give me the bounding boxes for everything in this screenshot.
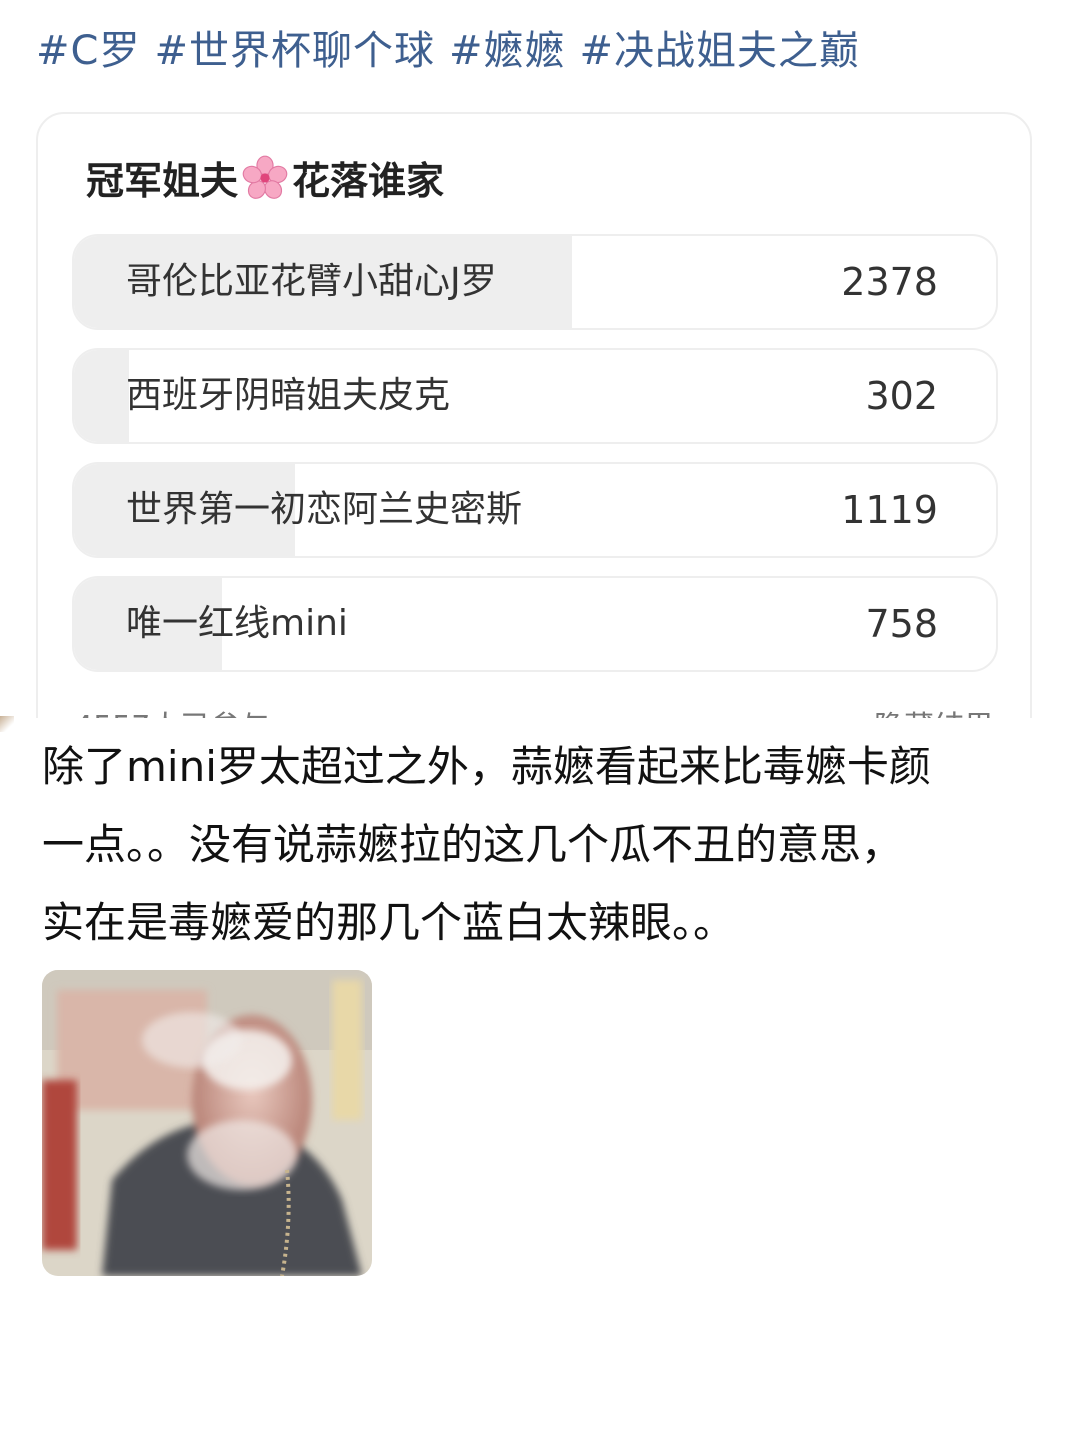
poll-option-count: 302	[865, 374, 938, 418]
poll-title-part2: 花落谁家	[292, 159, 445, 203]
poll-option-2[interactable]: 西班牙阴暗姐夫皮克 302	[72, 348, 998, 444]
post-body: 除了mini罗太超过之外，蒜嬷看起来比毒嬷卡颜 一点。。没有说蒜嬷拉的这几个瓜不…	[42, 728, 1062, 962]
post-line: 实在是毒嬷爱的那几个蓝白太辣眼。。	[42, 898, 736, 947]
post-line: 除了mini罗太超过之外，蒜嬷看起来比毒嬷卡颜	[42, 742, 931, 791]
poll-option-3[interactable]: 世界第一初恋阿兰史密斯 1119	[72, 462, 998, 558]
poll-option-label: 西班牙阴暗姐夫皮克	[126, 375, 451, 416]
poll-option-4[interactable]: 唯一红线mini 758	[72, 576, 998, 672]
hashtag-brother-in-law-final[interactable]: #决战姐夫之巅	[579, 28, 860, 74]
poll-title-part1: 冠军姐夫	[86, 159, 239, 203]
poll-title: 冠军姐夫 花落谁家	[86, 150, 444, 205]
poll-card: 冠军姐夫 花落谁家 哥伦比亚花臂小甜心J罗 2378 西班牙阴暗姐夫皮克 302…	[36, 112, 1032, 752]
post-line: 一点。。没有说蒜嬷拉的这几个瓜不丑的意思，	[42, 820, 904, 869]
cherry-blossom-icon	[242, 155, 288, 199]
poll-option-count: 1119	[841, 488, 938, 532]
poll-option-label: 世界第一初恋阿兰史密斯	[126, 489, 523, 530]
poll-option-count: 758	[865, 602, 938, 646]
corner-mark	[0, 716, 14, 732]
poll-option-label: 哥伦比亚花臂小甜心J罗	[126, 261, 497, 302]
blurred-photo	[42, 970, 372, 1276]
poll-option-label: 唯一红线mini	[126, 603, 348, 644]
post-image-thumbnail[interactable]	[42, 970, 372, 1276]
hashtag-world-cup-talk[interactable]: #世界杯聊个球	[154, 28, 435, 74]
poll-option-count: 2378	[841, 260, 938, 304]
hashtag-c-ronaldo[interactable]: #C罗	[36, 28, 140, 74]
poll-option-bar	[74, 350, 130, 442]
hashtag-momo[interactable]: #嬷嬷	[449, 28, 566, 74]
poll-option-1[interactable]: 哥伦比亚花臂小甜心J罗 2378	[72, 234, 998, 330]
hashtag-row: #C罗 #世界杯聊个球 #嬷嬷 #决战姐夫之巅	[36, 18, 874, 76]
